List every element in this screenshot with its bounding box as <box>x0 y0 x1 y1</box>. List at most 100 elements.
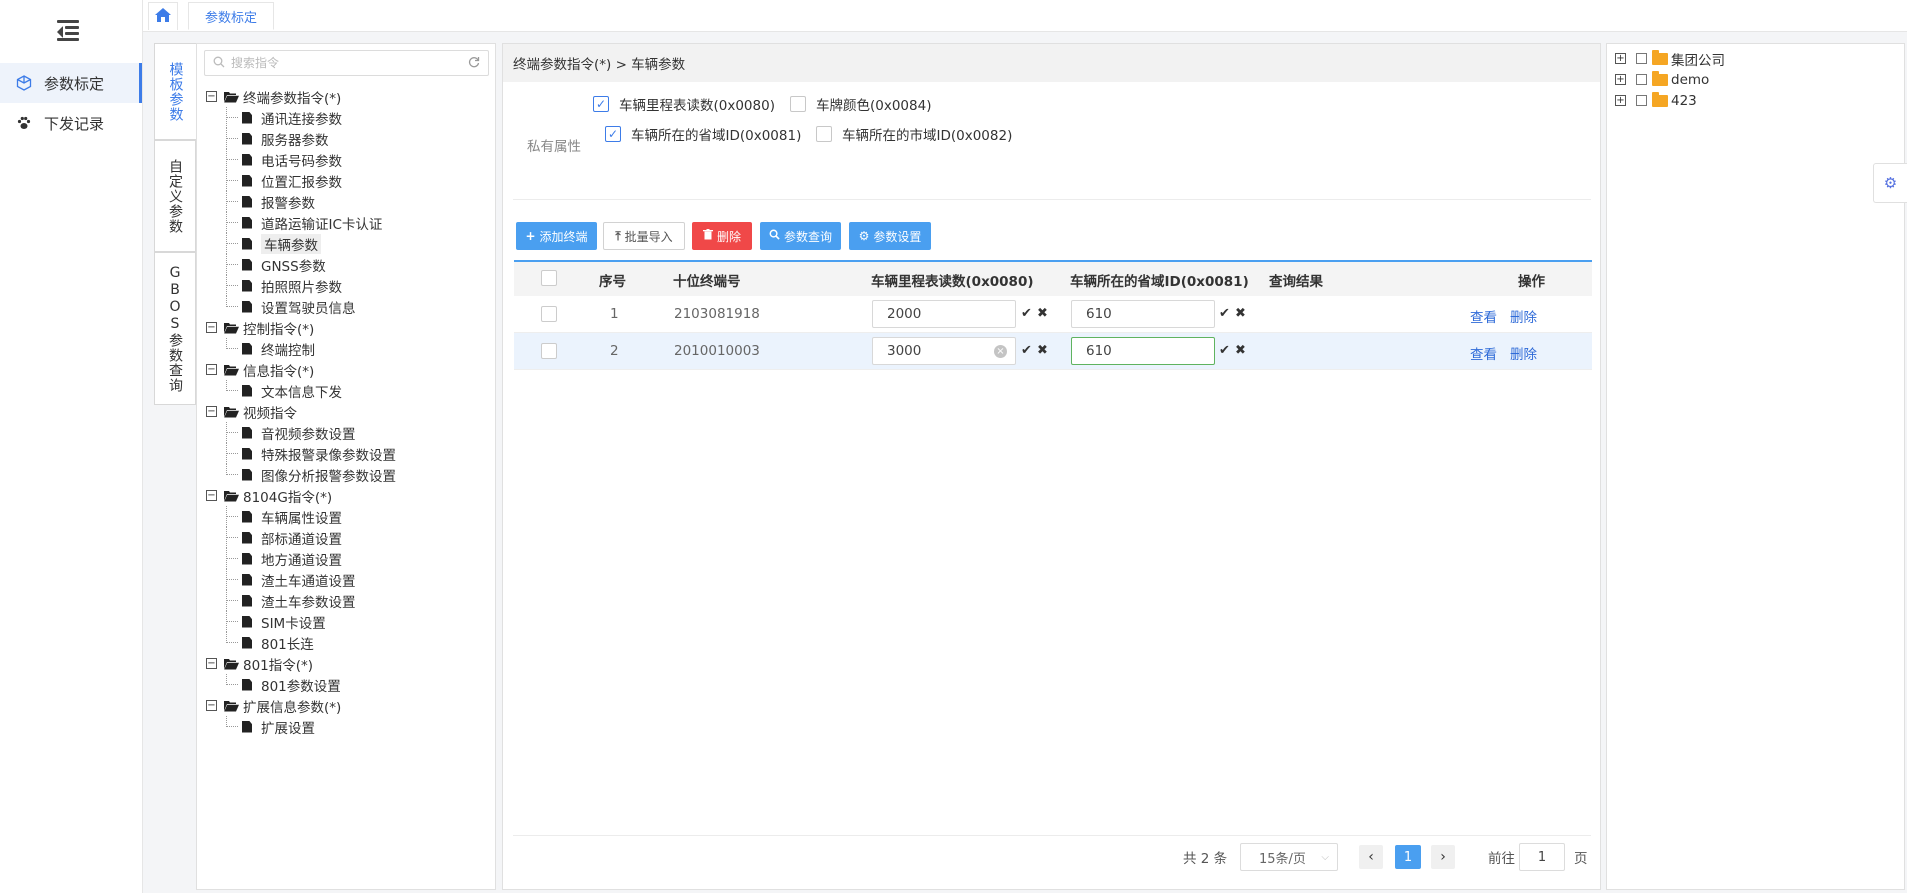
checkbox-province-id[interactable]: ✓ 车辆所在的省域ID(0x0081) <box>605 124 801 144</box>
confirm-check-icon[interactable]: ✔ <box>1021 343 1032 358</box>
tree-folder-node[interactable]: − 视频指令 <box>206 401 491 422</box>
tree-leaf-node[interactable]: 文本信息下发 <box>206 380 491 401</box>
view-link[interactable]: 查看 <box>1470 343 1497 363</box>
tree-leaf-node[interactable]: 通讯连接参数 <box>206 107 491 128</box>
tab-param-calibration[interactable]: 参数标定 <box>188 2 275 30</box>
col-header-actions: 操作 <box>1518 274 1545 290</box>
goto-page-input[interactable]: 1 <box>1519 843 1565 871</box>
tree-folder-node[interactable]: − 扩展信息参数(*) <box>206 695 491 716</box>
prev-page-button[interactable]: ‹ <box>1359 845 1383 869</box>
checkbox-city-id[interactable]: 车辆所在的市域ID(0x0082) <box>816 124 1012 144</box>
tree-leaf-node[interactable]: 服务器参数 <box>206 128 491 149</box>
tree-leaf-node[interactable]: 地方通道设置 <box>206 548 491 569</box>
cube-icon <box>16 75 32 91</box>
org-node-group-company[interactable]: + 集团公司 <box>1615 48 1725 69</box>
collapse-minus-icon[interactable]: − <box>206 700 217 711</box>
tree-leaf-node[interactable]: 渣土车通道设置 <box>206 569 491 590</box>
tree-leaf-node[interactable]: 801参数设置 <box>206 674 491 695</box>
next-page-button[interactable]: › <box>1431 845 1455 869</box>
delete-link[interactable]: 删除 <box>1510 343 1537 363</box>
tree-leaf-node[interactable]: 终端控制 <box>206 338 491 359</box>
tree-leaf-node[interactable]: 部标通道设置 <box>206 527 491 548</box>
vtab-gbos-query[interactable]: GBOS参数查询 <box>154 252 196 405</box>
mileage-input[interactable]: 2000 <box>872 300 1016 328</box>
collapse-minus-icon[interactable]: − <box>206 322 217 333</box>
tree-leaf-node[interactable]: 设置驾驶员信息 <box>206 296 491 317</box>
tree-leaf-node[interactable]: GNSS参数 <box>206 254 491 275</box>
expand-plus-icon[interactable]: + <box>1615 74 1626 85</box>
org-node-checkbox[interactable] <box>1636 74 1647 85</box>
menu-toggle-icon[interactable] <box>55 20 81 41</box>
batch-import-button[interactable]: ⤒ 批量导入 <box>603 222 685 250</box>
tree-leaf-node[interactable]: 车辆参数 <box>206 233 491 254</box>
refresh-icon[interactable] <box>468 56 480 72</box>
nav-item-dispatch-records[interactable]: 下发记录 <box>0 103 142 143</box>
row-checkbox[interactable] <box>541 343 557 359</box>
checkbox-checked-icon[interactable]: ✓ <box>605 126 621 142</box>
mileage-input[interactable]: 3000 × <box>872 337 1016 365</box>
confirm-check-icon[interactable]: ✔ <box>1219 343 1230 358</box>
org-node-423[interactable]: + 423 <box>1615 90 1697 111</box>
cancel-x-icon[interactable]: ✖ <box>1037 343 1048 358</box>
tree-leaf-node[interactable]: 扩展设置 <box>206 716 491 737</box>
checkbox-empty-icon[interactable] <box>790 96 806 112</box>
add-terminal-button[interactable]: + 添加终端 <box>516 222 597 250</box>
checkbox-empty-icon[interactable] <box>816 126 832 142</box>
vtab-custom-params[interactable]: 自定义参数 <box>154 140 196 252</box>
view-link[interactable]: 查看 <box>1470 306 1497 326</box>
param-settings-button[interactable]: ⚙ 参数设置 <box>849 222 931 250</box>
search-input[interactable] <box>231 56 461 70</box>
org-node-checkbox[interactable] <box>1636 95 1647 106</box>
cancel-x-icon[interactable]: ✖ <box>1037 306 1048 321</box>
tree-leaf-node[interactable]: SIM卡设置 <box>206 611 491 632</box>
expand-plus-icon[interactable]: + <box>1615 53 1626 64</box>
org-node-demo[interactable]: + demo <box>1615 69 1709 90</box>
tree-leaf-node[interactable]: 音视频参数设置 <box>206 422 491 443</box>
collapse-minus-icon[interactable]: − <box>206 364 217 375</box>
tree-leaf-node[interactable]: 报警参数 <box>206 191 491 212</box>
collapse-minus-icon[interactable]: − <box>206 658 217 669</box>
collapse-minus-icon[interactable]: − <box>206 490 217 501</box>
folder-open-icon <box>224 700 239 712</box>
delete-button[interactable]: 删除 <box>692 222 752 250</box>
checkbox-checked-icon[interactable]: ✓ <box>593 96 609 112</box>
org-node-checkbox[interactable] <box>1636 53 1647 64</box>
delete-link[interactable]: 删除 <box>1510 306 1537 326</box>
nav-item-param-calibration[interactable]: 参数标定 <box>0 63 142 103</box>
confirm-check-icon[interactable]: ✔ <box>1219 306 1230 321</box>
checkbox-plate-color[interactable]: 车牌颜色(0x0084) <box>790 94 931 114</box>
cancel-x-icon[interactable]: ✖ <box>1235 343 1246 358</box>
tree-leaf-node[interactable]: 801长连 <box>206 632 491 653</box>
clear-input-icon[interactable]: × <box>994 345 1007 358</box>
tree-leaf-node[interactable]: 位置汇报参数 <box>206 170 491 191</box>
home-tab[interactable] <box>148 2 178 30</box>
collapse-minus-icon[interactable]: − <box>206 406 217 417</box>
tree-folder-node[interactable]: − 8104G指令(*) <box>206 485 491 506</box>
confirm-check-icon[interactable]: ✔ <box>1021 306 1032 321</box>
tree-folder-node[interactable]: − 终端参数指令(*) <box>206 86 491 107</box>
tree-leaf-node[interactable]: 道路运输证IC卡认证 <box>206 212 491 233</box>
tree-folder-node[interactable]: − 控制指令(*) <box>206 317 491 338</box>
expand-plus-icon[interactable]: + <box>1615 95 1626 106</box>
tree-leaf-node[interactable]: 车辆属性设置 <box>206 506 491 527</box>
vtab-template-params[interactable]: 模板参数 <box>154 43 196 140</box>
checkbox-mileage[interactable]: ✓ 车辆里程表读数(0x0080) <box>593 94 775 114</box>
select-all-checkbox[interactable] <box>541 270 557 286</box>
tree-folder-node[interactable]: − 信息指令(*) <box>206 359 491 380</box>
settings-gear-button[interactable]: ⚙ <box>1873 163 1907 203</box>
param-query-button[interactable]: 参数查询 <box>760 222 841 250</box>
tree-leaf-node[interactable]: 拍照照片参数 <box>206 275 491 296</box>
province-input[interactable]: 610 <box>1071 337 1215 365</box>
nav-item-label: 下发记录 <box>44 114 105 133</box>
row-checkbox[interactable] <box>541 306 557 322</box>
cancel-x-icon[interactable]: ✖ <box>1235 306 1246 321</box>
tree-leaf-node[interactable]: 渣土车参数设置 <box>206 590 491 611</box>
province-input[interactable]: 610 <box>1071 300 1215 328</box>
tree-leaf-node[interactable]: 电话号码参数 <box>206 149 491 170</box>
page-number-current[interactable]: 1 <box>1395 845 1421 869</box>
tree-folder-node[interactable]: − 801指令(*) <box>206 653 491 674</box>
tree-leaf-node[interactable]: 特殊报警录像参数设置 <box>206 443 491 464</box>
tree-leaf-node[interactable]: 图像分析报警参数设置 <box>206 464 491 485</box>
page-size-select[interactable]: 15条/页 ⌵ <box>1240 843 1338 871</box>
collapse-minus-icon[interactable]: − <box>206 91 217 102</box>
